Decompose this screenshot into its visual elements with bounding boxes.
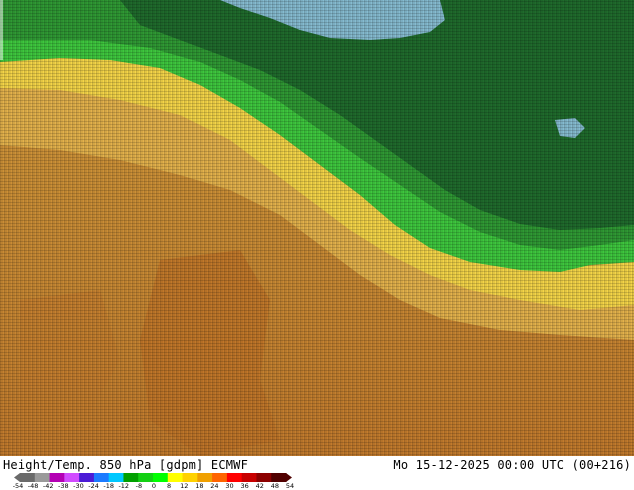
legend-swatch <box>49 473 65 482</box>
legend-tick-label: -48 <box>27 482 39 490</box>
legend-swatch <box>64 473 80 482</box>
legend-swatch <box>241 473 257 482</box>
legend-tick-label: -12 <box>118 482 130 490</box>
legend-tick-label: 12 <box>180 482 189 490</box>
legend-ticks: -54 -48 -42 -38 -30 -24 -18 -12 -8 0 8 12 18 24 30 36 42… <box>13 482 294 490</box>
legend-tick-label: 54 <box>285 482 295 490</box>
legend-swatch <box>197 473 213 482</box>
weather-map-view: Height/Temp. 850 hPa [gdpm] ECMWF Mo 15-… <box>0 0 634 490</box>
legend-tick-label: -42 <box>42 482 54 490</box>
legend-swatch <box>108 473 124 482</box>
temperature-map <box>0 0 634 456</box>
legend-swatch <box>153 473 169 482</box>
map-title: Height/Temp. 850 hPa [gdpm] ECMWF <box>3 458 249 472</box>
legend-tick-label: 30 <box>225 482 234 490</box>
legend-tick-label: -54 <box>12 482 24 490</box>
legend-tick-label: 36 <box>240 482 249 490</box>
legend-arrow-left <box>14 473 20 482</box>
legend-tick-label: 0 <box>151 482 157 490</box>
legend-arrow-right <box>286 473 292 482</box>
legend-swatch <box>256 473 272 482</box>
legend-swatch <box>20 473 36 482</box>
legend-tick-label: 24 <box>210 482 219 490</box>
legend-swatch <box>167 473 184 482</box>
legend-tick-label: -24 <box>88 482 99 490</box>
map-footer: Height/Temp. 850 hPa [gdpm] ECMWF Mo 15-… <box>0 456 634 490</box>
legend-swatch <box>34 473 51 482</box>
legend-tick-label: 8 <box>167 482 172 490</box>
legend-tick-label: 42 <box>255 482 264 490</box>
legend-tick-label: -38 <box>58 482 69 490</box>
legend-swatch <box>271 473 287 482</box>
valid-time: Mo 15-12-2025 00:00 UTC (00+216) <box>393 458 631 472</box>
legend-swatch <box>182 473 198 482</box>
legend-swatch <box>138 473 154 482</box>
legend-swatch <box>79 473 95 482</box>
legend-swatch <box>123 473 139 482</box>
legend-tick-label: -30 <box>73 482 84 490</box>
legend-swatch <box>226 473 243 482</box>
legend-tick-label: -8 <box>135 482 143 490</box>
legend-swatch <box>212 473 228 482</box>
legend-tick-label: 18 <box>195 482 204 490</box>
legend-tick-label: -18 <box>103 482 114 490</box>
left-edge-strip <box>0 0 3 60</box>
map-canvas <box>0 0 634 456</box>
legend-swatch <box>93 473 110 482</box>
legend-tick-label: 48 <box>270 482 280 490</box>
contour-hatching-horizontal <box>0 0 634 456</box>
color-legend-bar <box>14 473 292 482</box>
